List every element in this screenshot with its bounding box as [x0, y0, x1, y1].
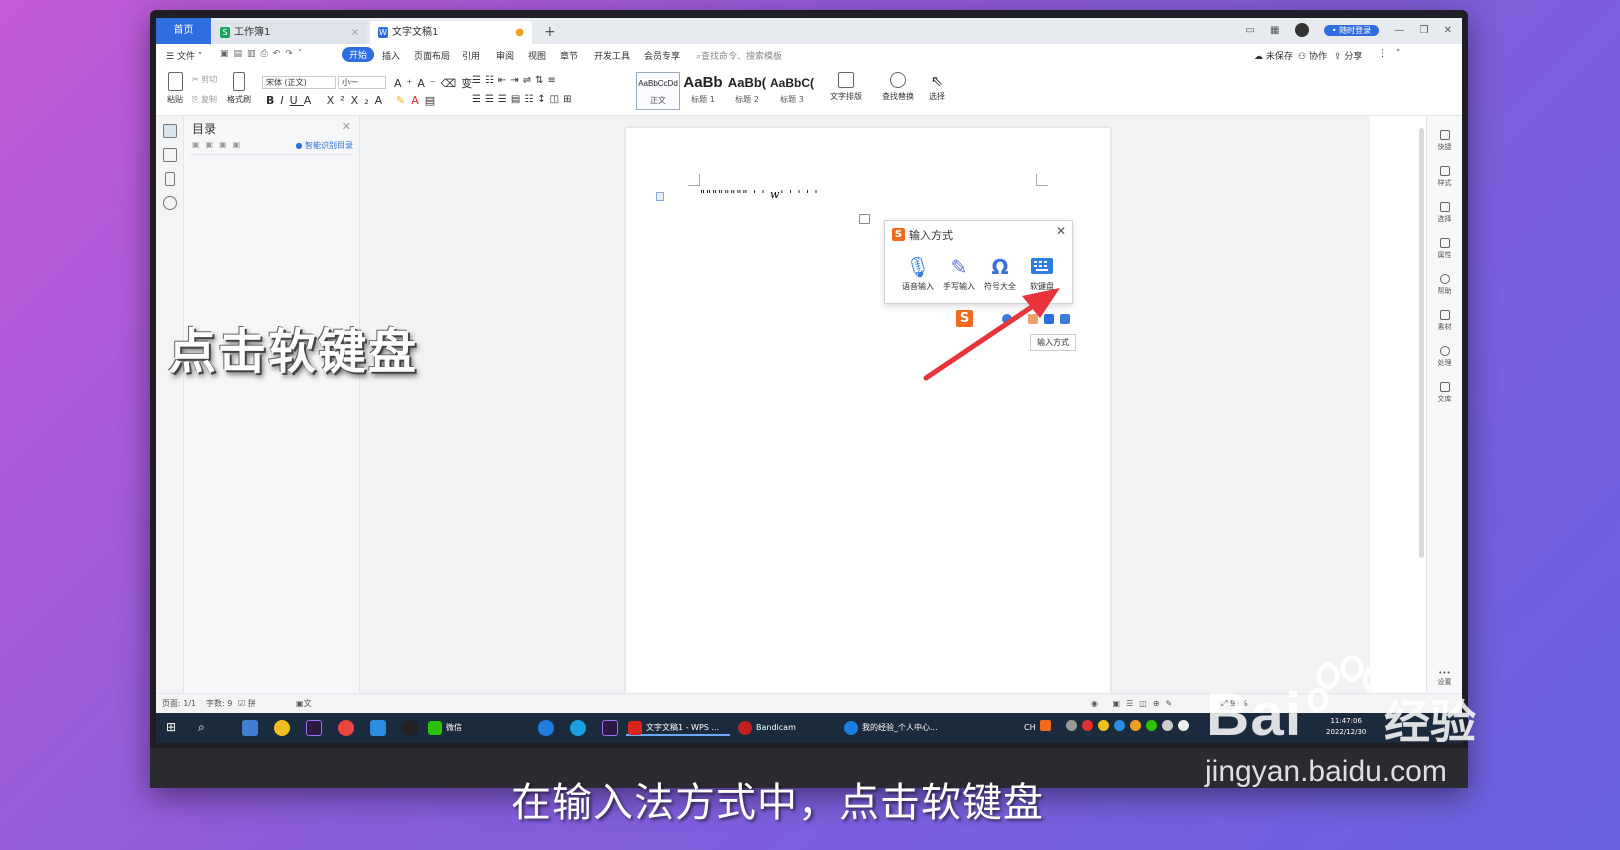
- caption-left: 点击软键盘: [168, 324, 419, 380]
- watermark-jingyan: 经验: [1384, 695, 1476, 749]
- watermark-url: jingyan.baidu.com: [1205, 755, 1447, 788]
- baidu-paw-icon: [1307, 656, 1386, 713]
- watermark-logo: Bai: [1206, 681, 1303, 748]
- caption-bottom: 在输入法方式中，点击软键盘: [511, 780, 1044, 826]
